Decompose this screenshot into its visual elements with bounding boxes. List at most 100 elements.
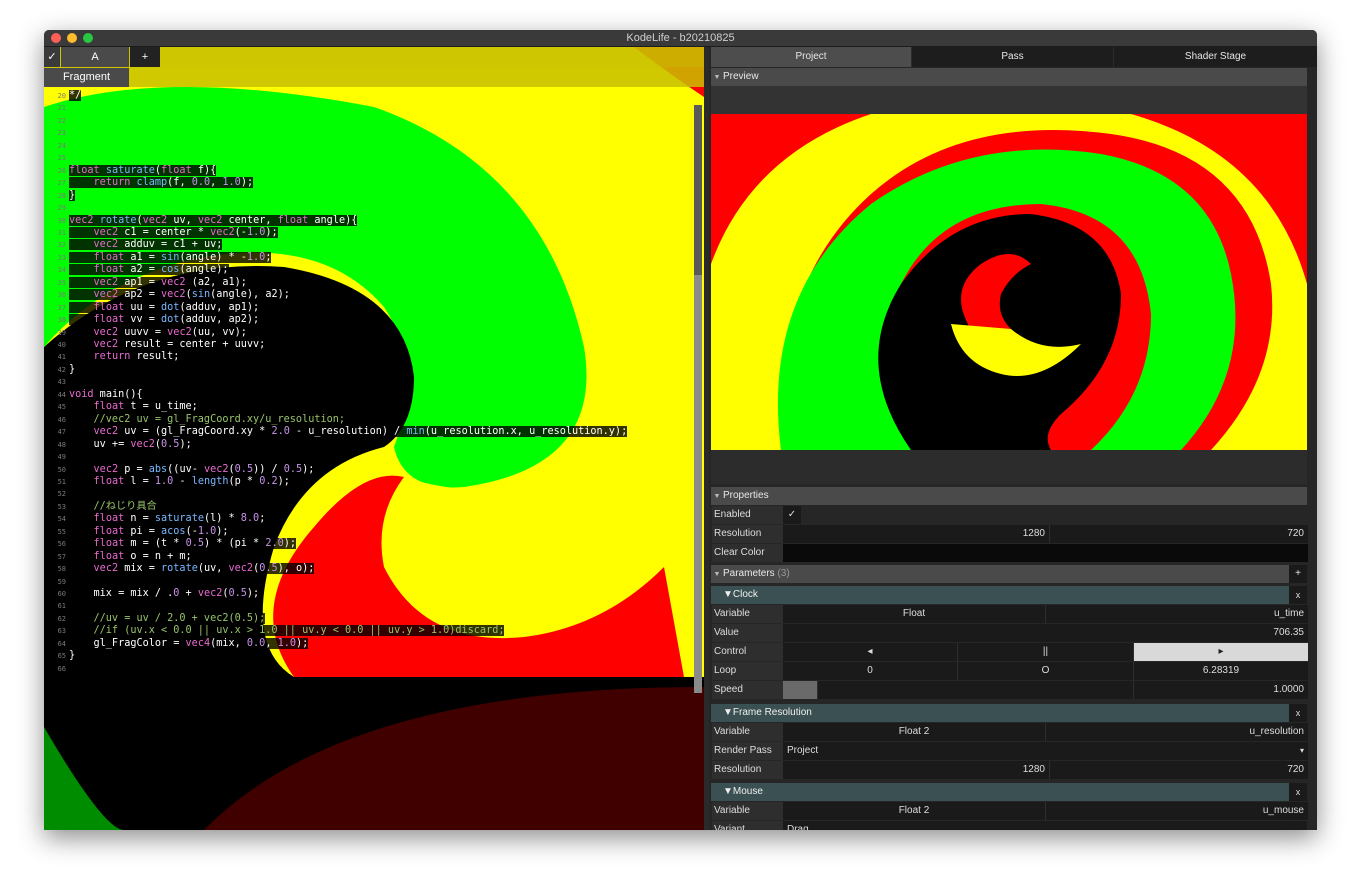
code-line[interactable]: } bbox=[69, 189, 76, 203]
mouse-variant-select[interactable]: Drag bbox=[782, 821, 1307, 830]
code-line[interactable]: return result; bbox=[69, 351, 180, 364]
code-line[interactable]: //vec2 uv = gl_FragCoord.xy/u_resolution… bbox=[69, 413, 346, 427]
code-line[interactable]: return clamp(f, 0.0, 1.0); bbox=[69, 177, 254, 190]
line-number: 56 bbox=[57, 540, 66, 549]
code-line[interactable]: float uu = dot(adduv, ap1); bbox=[69, 301, 260, 315]
window-title: KodeLife - b20210825 bbox=[626, 32, 735, 44]
code-line-text: vec2 ap2 = vec2(sin(angle), a2); bbox=[69, 289, 290, 301]
frame-res-type-select[interactable]: Float 2 bbox=[782, 723, 1045, 741]
clear-color-row: Clear Color bbox=[711, 544, 1308, 562]
code-line-text: float t = u_time; bbox=[69, 401, 198, 413]
collapse-arrow-icon: ▼ bbox=[723, 786, 733, 797]
preview-render bbox=[711, 114, 1307, 450]
code-line[interactable]: vec2 rotate(vec2 uv, vec2 center, float … bbox=[69, 214, 358, 228]
code-line[interactable]: float a1 = sin(angle) * -1.0; bbox=[69, 251, 272, 265]
clock-control-row: Control ◂ || ▸ bbox=[711, 643, 1308, 661]
code-line[interactable]: //ねじり具合 bbox=[69, 500, 157, 514]
code-line[interactable]: gl_FragColor = vec4(mix, 0.0, 1.0); bbox=[69, 637, 309, 651]
remove-frame-resolution-button[interactable]: x bbox=[1289, 704, 1307, 722]
collapse-arrow-icon: ▼ bbox=[713, 493, 721, 500]
remove-clock-button[interactable]: x bbox=[1289, 586, 1307, 604]
clock-play-button[interactable]: ▸ bbox=[1133, 643, 1308, 661]
add-parameter-button[interactable]: + bbox=[1289, 565, 1307, 583]
code-line[interactable]: float l = 1.0 - length(p * 0.2); bbox=[69, 475, 290, 489]
clock-speed-field[interactable]: 1.0000 bbox=[1133, 681, 1308, 699]
enabled-checkbox[interactable]: ✓ bbox=[782, 506, 801, 524]
clock-loop-toggle[interactable]: O bbox=[957, 662, 1133, 680]
code-line[interactable]: vec2 result = center + uuvv; bbox=[69, 339, 266, 352]
remove-mouse-button[interactable]: x bbox=[1289, 783, 1307, 801]
clear-color-swatch[interactable] bbox=[782, 544, 1308, 562]
line-number: 24 bbox=[57, 141, 66, 150]
render-pass-select[interactable]: Project ▾ bbox=[782, 742, 1308, 760]
code-line[interactable]: float t = u_time; bbox=[69, 401, 198, 414]
code-line[interactable]: vec2 p = abs((uv- vec2(0.5)) / 0.5); bbox=[69, 463, 315, 477]
code-line[interactable]: float n = saturate(l) * 8.0; bbox=[69, 513, 266, 526]
tab-project[interactable]: Project bbox=[711, 47, 912, 67]
clock-loop-start-field[interactable]: 0 bbox=[782, 662, 957, 680]
code-line[interactable]: vec2 c1 = center * vec2(-1.0); bbox=[69, 226, 278, 240]
code-line[interactable]: vec2 uuvv = vec2(uu, vv); bbox=[69, 326, 247, 340]
clock-pause-button[interactable]: || bbox=[957, 643, 1133, 661]
speed-slider-handle[interactable] bbox=[782, 681, 817, 699]
tab-shader-stage[interactable]: Shader Stage bbox=[1114, 47, 1317, 67]
code-line[interactable]: vec2 ap2 = vec2(sin(angle), a2); bbox=[69, 289, 290, 302]
code-line[interactable]: vec2 ap1 = vec2 (a2, a1); bbox=[69, 276, 247, 290]
code-line[interactable]: //if (uv.x < 0.0 || uv.x > 1.0 || uv.y <… bbox=[69, 625, 505, 638]
code-line[interactable]: float pi = acos(-1.0); bbox=[69, 525, 229, 539]
line-number: 27 bbox=[57, 179, 66, 188]
code-line[interactable]: mix = mix / .0 + vec2(0.5); bbox=[69, 588, 260, 601]
code-line[interactable]: vec2 mix = rotate(uv, vec2(0.5), o); bbox=[69, 563, 315, 576]
code-line[interactable]: float o = n + m; bbox=[69, 550, 192, 564]
line-number: 37 bbox=[57, 303, 66, 312]
code-line[interactable]: */ bbox=[69, 90, 82, 103]
clock-loop-end-field[interactable]: 6.28319 bbox=[1133, 662, 1308, 680]
code-line[interactable]: uv += vec2(0.5); bbox=[69, 438, 192, 452]
code-line[interactable]: float a2 = cos(angle); bbox=[69, 264, 229, 277]
code-line-text: //vec2 uv = gl_FragCoord.xy/u_resolution… bbox=[69, 413, 346, 425]
code-line[interactable]: } bbox=[69, 363, 76, 377]
code-line-text: vec2 uuvv = vec2(uu, vv); bbox=[69, 326, 247, 338]
add-tab-button[interactable]: + bbox=[130, 47, 160, 67]
collapse-arrow-icon: ▼ bbox=[713, 571, 721, 578]
code-line[interactable]: float vv = dot(adduv, ap2); bbox=[69, 314, 260, 327]
resolution-height-field[interactable]: 720 bbox=[1049, 525, 1308, 543]
clock-header[interactable]: ▼Clock x bbox=[711, 586, 1307, 604]
code-line[interactable]: //uv = uv / 2.0 + vec2(0.5); bbox=[69, 612, 266, 626]
line-number: 30 bbox=[57, 216, 66, 225]
tab-pass[interactable]: Pass bbox=[912, 47, 1114, 67]
code-line[interactable]: void main(){ bbox=[69, 388, 143, 402]
resolution-width-field[interactable]: 1280 bbox=[782, 525, 1049, 543]
code-line-text: void main(){ bbox=[69, 388, 143, 400]
code-line-text: //if (uv.x < 0.0 || uv.x > 1.0 || uv.y <… bbox=[69, 625, 505, 637]
line-number: 46 bbox=[57, 415, 66, 424]
code-line[interactable]: float m = (t * 0.5) * (pi * 2.0); bbox=[69, 538, 296, 551]
clock-value-field[interactable]: 706.35 bbox=[782, 624, 1308, 642]
tab-a[interactable]: A bbox=[61, 47, 129, 67]
collapse-arrow-icon: ▼ bbox=[713, 74, 721, 81]
preview-header[interactable]: ▼ Preview bbox=[711, 68, 1307, 86]
frame-resolution-header[interactable]: ▼Frame Resolution x bbox=[711, 704, 1307, 722]
frame-res-variable-name[interactable]: u_resolution bbox=[1045, 723, 1308, 741]
mouse-variable-name[interactable]: u_mouse bbox=[1045, 802, 1308, 820]
code-line-text: vec2 result = center + uuvv; bbox=[69, 339, 266, 350]
code-line[interactable]: } bbox=[69, 650, 76, 663]
code-line[interactable]: float saturate(float f){ bbox=[69, 164, 217, 178]
mouse-type-select[interactable]: Float 2 bbox=[782, 802, 1045, 820]
editor-scrollbar-thumb[interactable] bbox=[694, 275, 702, 693]
clock-variable-name[interactable]: u_time bbox=[1045, 605, 1308, 623]
code-line-text: mix = mix / .0 + vec2(0.5); bbox=[69, 588, 260, 599]
code-line[interactable]: vec2 uv = (gl_FragCoord.xy * 2.0 - u_res… bbox=[69, 426, 628, 439]
enable-checkbox[interactable]: ✓ bbox=[44, 47, 60, 67]
clock-type-select[interactable]: Float bbox=[782, 605, 1045, 623]
tab-fragment[interactable]: Fragment bbox=[44, 68, 129, 87]
code-line-text: return result; bbox=[69, 351, 180, 363]
mouse-header[interactable]: ▼Mouse x bbox=[711, 783, 1307, 801]
line-number: 29 bbox=[57, 204, 66, 213]
properties-header[interactable]: ▼ Properties bbox=[711, 487, 1307, 505]
line-number: 57 bbox=[57, 552, 66, 561]
title-bar: KodeLife - b20210825 bbox=[44, 30, 1317, 47]
clock-rewind-button[interactable]: ◂ bbox=[782, 643, 957, 661]
code-line[interactable]: vec2 adduv = c1 + uv; bbox=[69, 239, 223, 252]
parameters-header[interactable]: ▼ Parameters (3) + bbox=[711, 565, 1307, 583]
